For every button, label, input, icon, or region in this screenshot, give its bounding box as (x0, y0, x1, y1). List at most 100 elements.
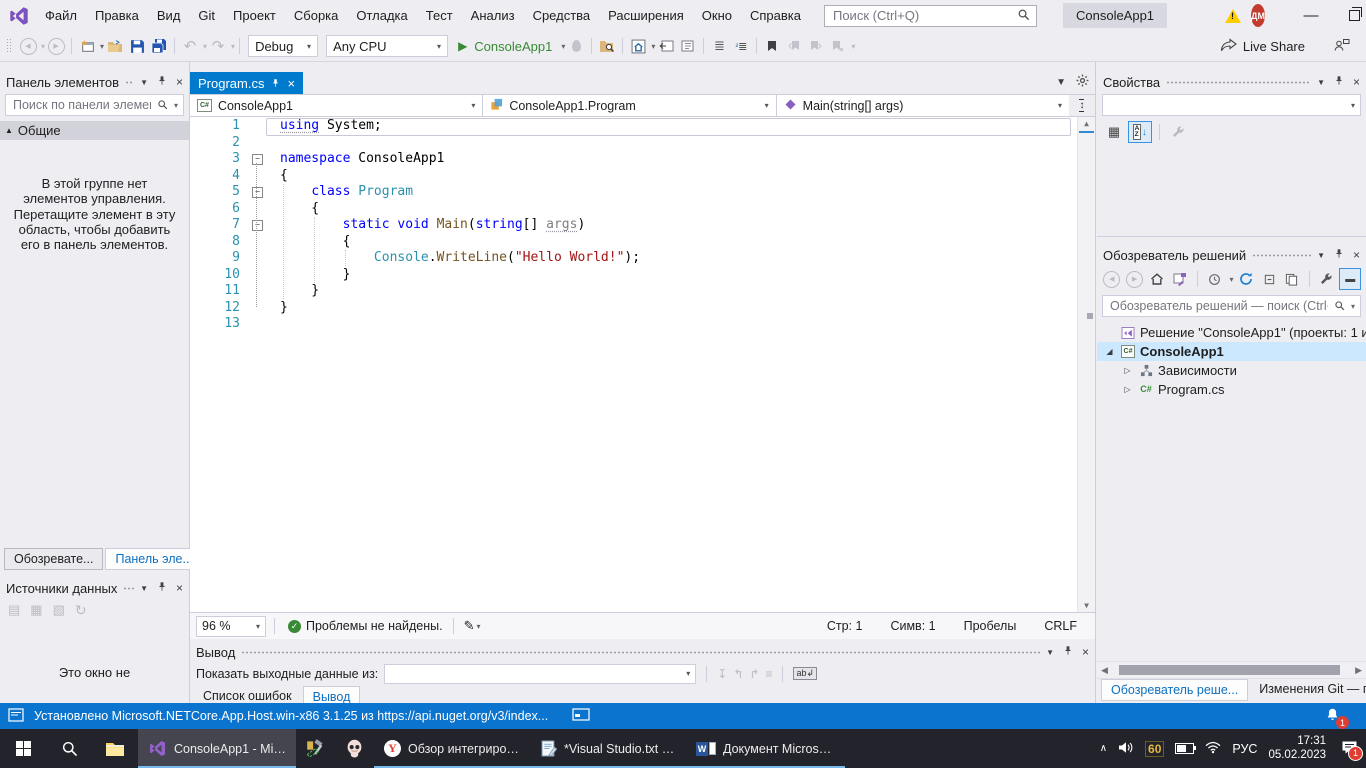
window-menu-icon[interactable]: ▼ (1046, 648, 1054, 657)
redo-button[interactable]: ↷ (207, 35, 229, 57)
live-share-icon[interactable] (1220, 38, 1237, 55)
taskbar-task[interactable]: YОбзор интегриров... (374, 729, 530, 768)
toolbar-drag-handle[interactable] (6, 38, 11, 54)
hot-reload-button[interactable] (565, 35, 587, 57)
volume-icon[interactable] (1118, 741, 1134, 757)
pin-icon[interactable] (157, 75, 167, 89)
pin-tab-icon[interactable] (271, 76, 280, 91)
refresh-data-source-icon[interactable]: ↻ (75, 602, 87, 619)
edit-data-source-icon[interactable]: ▧ (53, 602, 65, 619)
toolbox-section-general[interactable]: ▲ Общие (0, 121, 189, 140)
code-editor[interactable]: − − − 1using System;23namespace ConsoleA… (190, 117, 1095, 612)
left-dock-tab[interactable]: Панель эле... (105, 548, 202, 570)
home-icon[interactable] (1147, 269, 1167, 289)
battery-percent[interactable]: 60 (1145, 741, 1164, 757)
save-all-button[interactable] (148, 35, 170, 57)
gear-icon[interactable] (1076, 74, 1089, 90)
go-next-message-icon[interactable]: ↱ (749, 667, 759, 681)
menu-item[interactable]: Окно (693, 3, 741, 28)
close-panel-icon[interactable]: × (176, 581, 183, 595)
zoom-dropdown[interactable]: 96 %▾ (196, 616, 266, 637)
menu-item[interactable]: Сборка (285, 3, 348, 28)
type-dropdown[interactable]: ConsoleApp1.Program▾ (483, 95, 776, 116)
configure-data-source-icon[interactable]: ▦ (30, 602, 42, 619)
taskbar-task[interactable] (335, 729, 374, 768)
undo-button[interactable]: ↶ (179, 35, 201, 57)
menu-item[interactable]: Справка (741, 3, 810, 28)
member-dropdown[interactable]: Main(string[] args)▾ (777, 95, 1069, 116)
panel-drag-dots[interactable] (1252, 253, 1311, 258)
forward-icon[interactable]: ▶ (1125, 269, 1145, 289)
window-menu-icon[interactable]: ▼ (140, 78, 148, 87)
wifi-icon[interactable] (1205, 741, 1221, 757)
menu-item[interactable]: Тест (417, 3, 462, 28)
taskbar-task[interactable] (296, 729, 335, 768)
tree-item[interactable]: Решение "ConsoleApp1" (проекты: 1 из 1) (1097, 323, 1366, 342)
tree-item[interactable]: ▷Зависимости (1097, 361, 1366, 380)
quick-search[interactable] (824, 5, 1037, 27)
health-check-icon[interactable]: ✓ (288, 620, 301, 633)
find-in-files-button[interactable] (596, 35, 618, 57)
clock[interactable]: 17:31 05.02.2023 (1268, 735, 1326, 761)
solution-explorer-search-input[interactable] (1108, 298, 1330, 314)
collapse-all-icon[interactable] (1259, 269, 1279, 289)
menu-item[interactable]: Средства (524, 3, 600, 28)
panel-drag-dots[interactable] (1166, 80, 1311, 85)
menu-item[interactable]: Правка (86, 3, 148, 28)
close-panel-icon[interactable]: × (1353, 248, 1360, 262)
properties-pages-icon[interactable] (1282, 269, 1302, 289)
battery-icon[interactable] (1175, 743, 1194, 754)
menu-item[interactable]: Расширения (599, 3, 693, 28)
panel-drag-dots[interactable] (241, 650, 1040, 655)
restore-button[interactable] (1333, 0, 1366, 31)
column-indicator[interactable]: Симв: 1 (890, 619, 935, 633)
project-dropdown[interactable]: C# ConsoleApp1▾ (190, 95, 483, 116)
spaces-indicator[interactable]: Пробелы (964, 619, 1017, 633)
find-message-icon[interactable]: ↧ (717, 667, 727, 681)
tree-item[interactable]: ▷C#Program.cs (1097, 380, 1366, 399)
file-explorer-button[interactable] (92, 729, 138, 768)
panel-drag-dots[interactable] (125, 80, 134, 85)
back-icon[interactable]: ◀ (1102, 269, 1122, 289)
navigate-forward-button[interactable]: ▶ (45, 35, 67, 57)
show-all-files-toggle[interactable]: ▬ (1339, 268, 1361, 290)
toggle-bookmark-button[interactable] (761, 35, 783, 57)
minimize-button[interactable]: — (1289, 0, 1333, 31)
taskbar-task[interactable]: *Visual Studio.txt – ... (530, 729, 686, 768)
next-bookmark-button[interactable] (805, 35, 827, 57)
menu-item[interactable]: Файл (36, 3, 86, 28)
refresh-icon[interactable] (1237, 269, 1257, 289)
go-prev-message-icon[interactable]: ↰ (733, 667, 743, 681)
save-button[interactable] (126, 35, 148, 57)
platform-dropdown[interactable]: Any CPU▾ (326, 35, 448, 57)
start-button[interactable] (0, 729, 46, 768)
window-menu-icon[interactable]: ▼ (140, 584, 148, 593)
prev-bookmark-button[interactable] (783, 35, 805, 57)
user-avatar[interactable]: ДМ (1251, 4, 1265, 27)
menu-item[interactable]: Проект (224, 3, 285, 28)
pending-changes-filter-icon[interactable] (1205, 269, 1225, 289)
close-tab-icon[interactable]: × (287, 76, 295, 91)
switch-views-icon[interactable] (1170, 269, 1190, 289)
toolbox-search[interactable]: ▾ (5, 94, 184, 116)
scroll-up-icon[interactable]: ▲ (1078, 119, 1095, 128)
close-panel-icon[interactable]: × (176, 75, 183, 89)
menu-item[interactable]: Анализ (462, 3, 524, 28)
horizontal-scrollbar[interactable]: ◀ ▶ (1097, 661, 1366, 679)
outdent-lines-icon[interactable]: ²≣ (730, 35, 752, 57)
fold-marker[interactable]: − (252, 154, 263, 165)
tab-list-dropdown-icon[interactable]: ▼ (1056, 77, 1066, 88)
window-menu-icon[interactable]: ▼ (1317, 251, 1325, 260)
configuration-dropdown[interactable]: Debug▾ (248, 35, 318, 57)
menu-item[interactable]: Вид (148, 3, 190, 28)
start-debugging-button[interactable]: ▶ ConsoleApp1 ▾ (458, 39, 565, 54)
close-panel-icon[interactable]: × (1353, 75, 1360, 89)
pin-icon[interactable] (1334, 248, 1344, 262)
window-menu-icon[interactable]: ▼ (1317, 78, 1325, 87)
alphabetical-sort-icon[interactable]: AZ↓ (1128, 121, 1152, 143)
split-window-button[interactable]: ↕ (1069, 95, 1095, 116)
vertical-scrollbar[interactable]: ▲ ▼ (1077, 117, 1095, 612)
navigate-code-back-icon[interactable] (655, 35, 677, 57)
toolbox-search-input[interactable] (11, 97, 153, 113)
package-console-icon[interactable] (572, 708, 590, 724)
